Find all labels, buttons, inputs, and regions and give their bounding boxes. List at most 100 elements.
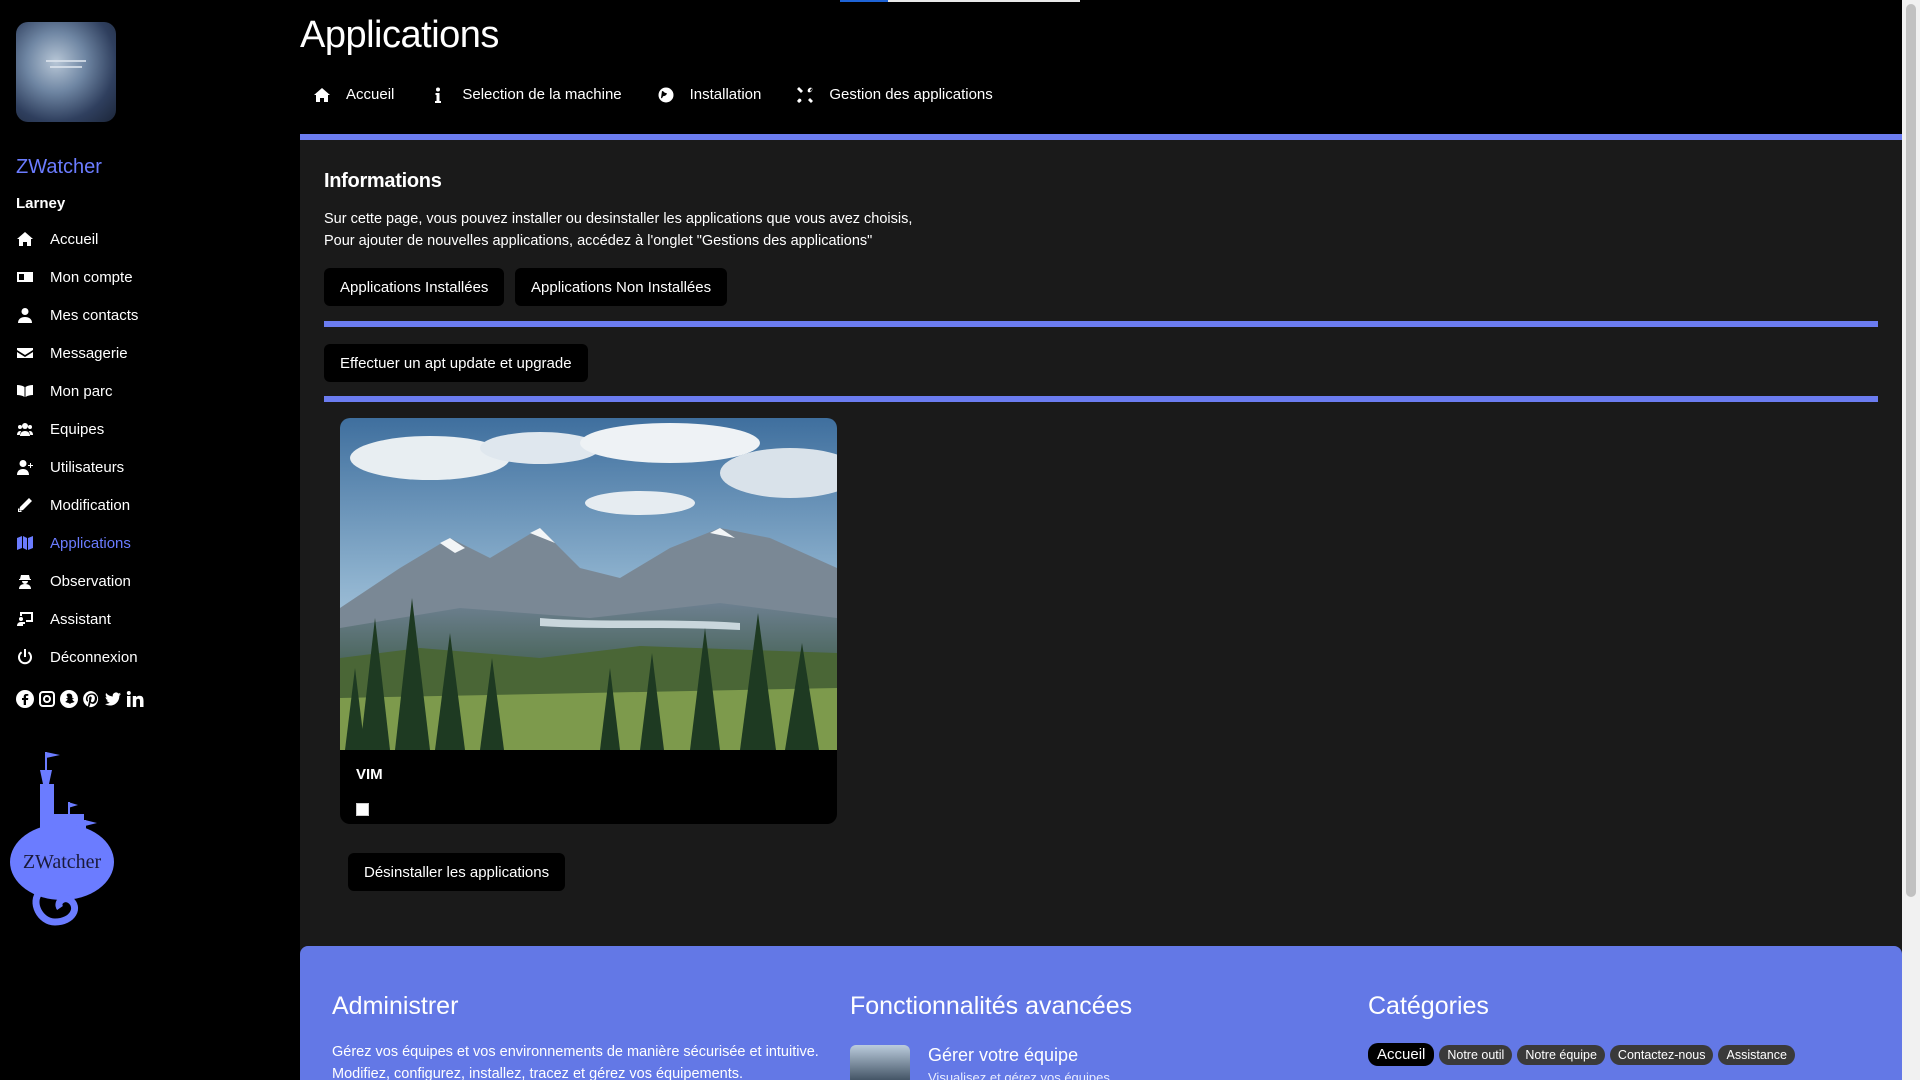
info-line: Sur cette page, vous pouvez installer ou… (324, 211, 913, 227)
sidebar-item-label: Mes contacts (50, 306, 139, 324)
main-area: Applications Accueil Selection de la mac… (300, 0, 1902, 1080)
content-panel: Informations Sur cette page, vous pouvez… (300, 156, 1902, 946)
not-installed-apps-button[interactable]: Applications Non Installées (515, 268, 728, 306)
footer: Administrer Gérez vos équipes et vos env… (300, 946, 1902, 1080)
user-icon (16, 306, 34, 324)
uninstall-apps-button[interactable]: Désinstaller les applications (348, 853, 566, 891)
footer-heading: Administrer (332, 992, 459, 1020)
category-tags: Accueil Notre outil Notre équipe Contact… (1368, 1043, 1795, 1066)
sidebar-item-equipes[interactable]: Equipes (16, 410, 286, 448)
envelope-icon (16, 344, 34, 362)
app-card-image (340, 418, 837, 750)
footer-feature-item[interactable]: Gérer votre équipe Visualisez et gérez v… (850, 1045, 1132, 1080)
power-icon (16, 648, 34, 666)
tag-contactez-nous[interactable]: Contactez-nous (1609, 1044, 1714, 1065)
linkedin-icon[interactable] (126, 690, 144, 708)
sidebar-item-mon-compte[interactable]: Mon compte (16, 258, 286, 296)
username: Larney (16, 195, 66, 212)
app-select-checkbox[interactable] (356, 803, 369, 816)
page-title: Applications (300, 14, 499, 56)
sidebar-item-label: Modification (50, 496, 131, 514)
sidebar-item-accueil[interactable]: Accueil (16, 220, 286, 258)
sidebar-item-label: Déconnexion (50, 648, 138, 666)
installed-apps-button[interactable]: Applications Installées (324, 268, 505, 306)
tag-notre-equipe[interactable]: Notre équipe (1517, 1044, 1605, 1065)
tab-label: Selection de la machine (462, 86, 622, 103)
tab-label: Accueil (346, 86, 395, 103)
twitter-icon[interactable] (104, 690, 122, 708)
sidebar-item-label: Accueil (50, 230, 99, 248)
avatar (16, 22, 116, 122)
brand-name[interactable]: ZWatcher (16, 156, 102, 179)
users-icon (16, 420, 34, 438)
info-description: Sur cette page, vous pouvez installer ou… (324, 208, 912, 252)
tab-selection-machine[interactable]: Selection de la machine (430, 86, 622, 103)
sidebar-item-label: Observation (50, 572, 131, 590)
footer-col-administrer: Administrer Gérez vos équipes et vos env… (332, 992, 832, 1080)
sidebar-item-modification[interactable]: Modification (16, 486, 286, 524)
header-divider (300, 134, 1902, 140)
tab-gestion-applications[interactable]: Gestion des applications (797, 86, 993, 103)
sidebar-item-deconnexion[interactable]: Déconnexion (16, 638, 286, 676)
info-line: Pour ajouter de nouvelles applications, … (324, 233, 873, 249)
footer-heading: Fonctionnalités avancées (850, 992, 1133, 1020)
sidebar-nav: Accueil Mon compte Mes contacts Messager… (16, 220, 286, 676)
sidebar-item-observation[interactable]: Observation (16, 562, 286, 600)
section-title: Informations (324, 170, 442, 192)
app-name: VIM (356, 766, 383, 783)
chalkboard-icon (16, 610, 34, 628)
globe-icon (658, 87, 674, 102)
section-divider (324, 321, 1878, 327)
apt-update-button[interactable]: Effectuer un apt update et upgrade (324, 344, 588, 382)
tab-bar: Accueil Selection de la machine Installa… (314, 86, 993, 103)
app-card[interactable]: VIM (340, 418, 837, 824)
sidebar-item-label: Mon compte (50, 268, 133, 286)
avatar-decoration (50, 66, 82, 68)
tools-icon (797, 86, 814, 103)
pinterest-icon[interactable] (82, 690, 100, 708)
header: Applications Accueil Selection de la mac… (300, 0, 1902, 134)
user-plus-icon (16, 458, 34, 476)
scrollbar-thumb[interactable] (1906, 4, 1916, 897)
tab-label: Installation (689, 86, 762, 103)
logo-text: ZWatcher (23, 851, 102, 873)
home-icon (16, 230, 34, 248)
facebook-icon[interactable] (16, 690, 34, 708)
sidebar-item-assistant[interactable]: Assistant (16, 600, 286, 638)
home-icon (314, 87, 330, 102)
feature-title: Gérer votre équipe (928, 1045, 1079, 1065)
sidebar-item-mon-parc[interactable]: Mon parc (16, 372, 286, 410)
section-divider (324, 396, 1878, 402)
scrollbar[interactable] (1902, 0, 1920, 1080)
tab-installation[interactable]: Installation (658, 86, 762, 103)
footer-col-categories: Catégories Accueil Notre outil Notre équ… (1368, 992, 1795, 1066)
footer-col-fonctionnalites: Fonctionnalités avancées Gérer votre équ… (850, 992, 1132, 1080)
sidebar-item-label: Equipes (50, 420, 105, 438)
info-icon (435, 87, 442, 103)
sidebar-item-label: Assistant (50, 610, 111, 628)
sidebar-item-label: Mon parc (50, 382, 113, 400)
zwatcher-logo: ZWatcher (10, 752, 114, 926)
tag-accueil[interactable]: Accueil (1368, 1043, 1435, 1066)
tab-accueil[interactable]: Accueil (314, 86, 394, 103)
social-links (16, 690, 144, 708)
footer-text: Gérez vos équipes et vos environnements … (332, 1044, 819, 1080)
snapchat-icon[interactable] (60, 690, 78, 708)
sidebar-item-mes-contacts[interactable]: Mes contacts (16, 296, 286, 334)
sidebar-item-label: Applications (50, 534, 131, 552)
sidebar-item-applications[interactable]: Applications (16, 524, 286, 562)
user-secret-icon (16, 572, 34, 590)
sidebar-item-messagerie[interactable]: Messagerie (16, 334, 286, 372)
tag-assistance[interactable]: Assistance (1718, 1044, 1795, 1065)
instagram-icon[interactable] (38, 690, 56, 708)
loading-indicator-progress (840, 0, 888, 2)
sidebar-item-label: Messagerie (50, 344, 128, 362)
feature-subtitle: Visualisez et gérez vos équipes (928, 1070, 1110, 1080)
feature-thumbnail (850, 1045, 910, 1080)
sidebar-item-utilisateurs[interactable]: Utilisateurs (16, 448, 286, 486)
sidebar-item-label: Utilisateurs (50, 458, 125, 476)
book-icon (16, 382, 34, 400)
pencil-icon (16, 496, 34, 514)
tag-notre-outil[interactable]: Notre outil (1439, 1044, 1513, 1065)
tab-label: Gestion des applications (829, 86, 993, 103)
